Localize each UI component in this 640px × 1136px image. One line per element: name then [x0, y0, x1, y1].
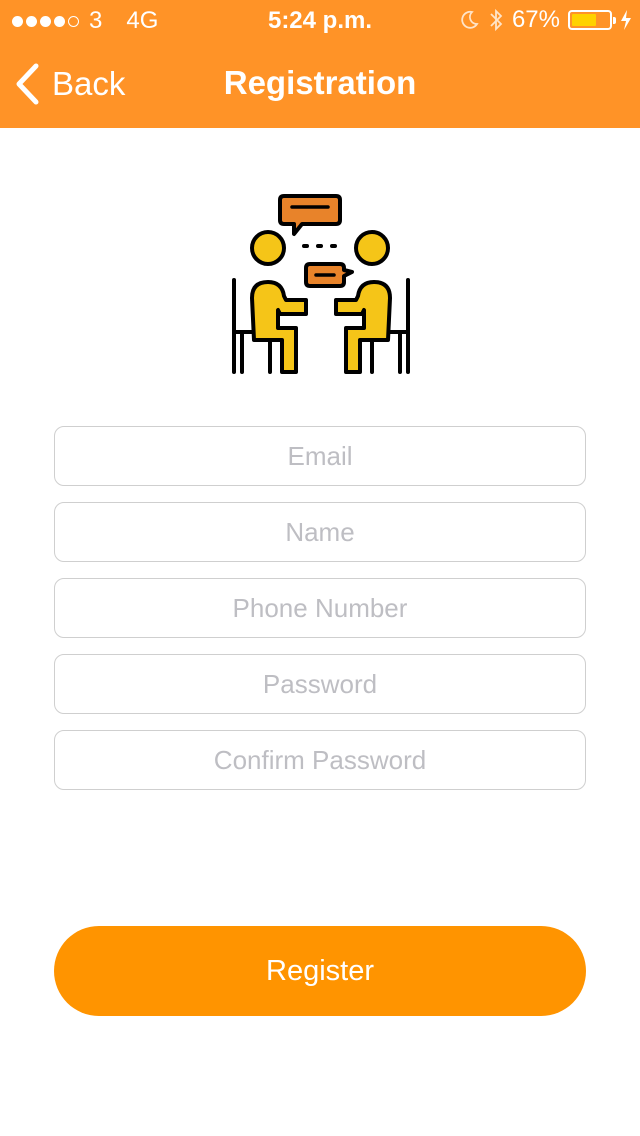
- battery-percent: 67%: [511, 6, 560, 33]
- registration-form: [54, 426, 586, 806]
- header: 3 4G 5:24 p.m. 67% Back Registration: [0, 0, 640, 128]
- moon-icon: [461, 10, 479, 29]
- battery-icon: [568, 10, 616, 30]
- two-people-meeting-illustration: [232, 194, 410, 374]
- navigation-bar: Back Registration: [0, 40, 640, 128]
- battery-fill: [572, 14, 597, 26]
- status-right: 67%: [458, 6, 632, 34]
- register-button[interactable]: Register: [54, 926, 586, 1016]
- password-field[interactable]: [54, 654, 586, 714]
- phone-number-field[interactable]: [54, 578, 586, 638]
- bluetooth-icon: [490, 8, 503, 32]
- battery-tip: [613, 17, 616, 24]
- name-field[interactable]: [54, 502, 586, 562]
- page-title: Registration: [223, 64, 417, 101]
- registration-screen: 3 4G 5:24 p.m. 67% Back Registration Ema…: [0, 0, 640, 1136]
- status-bar: 3 4G 5:24 p.m. 67%: [0, 0, 640, 40]
- charging-bolt-icon: [621, 10, 631, 30]
- confirm-password-field[interactable]: [54, 730, 586, 790]
- email-field[interactable]: [54, 426, 586, 486]
